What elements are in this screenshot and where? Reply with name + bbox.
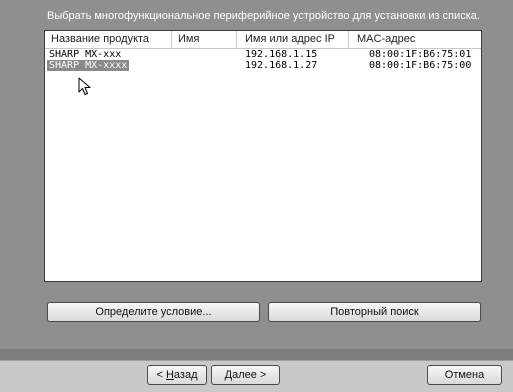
cell-ip: 192.168.1.15 <box>245 49 318 60</box>
table-row[interactable]: SHARP MX-xxx 192.168.1.15 08:00:1F:B6:75… <box>47 49 477 60</box>
column-header-ip[interactable]: Имя или адрес IP <box>237 31 349 47</box>
specify-condition-button[interactable]: Определите условие... <box>47 302 260 322</box>
mouse-pointer-icon <box>78 77 91 95</box>
back-button[interactable]: < Назад <box>147 365 207 385</box>
cell-product: SHARP MX-xxx <box>49 49 122 60</box>
bottom-strip <box>0 349 513 360</box>
column-header-product[interactable]: Название продукта <box>45 31 172 47</box>
column-header-name[interactable]: Имя <box>172 31 237 47</box>
cell-product: SHARP MX-xxxx <box>47 60 130 71</box>
next-mnemonic: Д <box>224 369 233 381</box>
next-button[interactable]: Далее > <box>211 365 280 385</box>
cell-mac: 08:00:1F:B6:75:01 <box>369 49 472 60</box>
instruction-text: Выбрать многофункциональное периферийное… <box>47 10 480 22</box>
table-row[interactable]: SHARP MX-xxxx 192.168.1.27 08:00:1F:B6:7… <box>47 60 477 71</box>
wizard-nav-bar: < Назад Далее > Отмена <box>0 360 513 392</box>
cell-mac: 08:00:1F:B6:75:00 <box>369 60 472 71</box>
cancel-button[interactable]: Отмена <box>427 365 502 385</box>
back-mnemonic: Н <box>165 369 174 381</box>
next-label-rest: алее > <box>232 369 267 381</box>
column-header-mac[interactable]: MAC-адрес <box>349 31 481 47</box>
back-prefix: < <box>156 369 166 381</box>
back-label-rest: азад <box>173 369 198 381</box>
device-list[interactable]: Название продукта Имя Имя или адрес IP M… <box>44 30 482 282</box>
cell-ip: 192.168.1.27 <box>245 60 318 71</box>
re-search-button[interactable]: Повторный поиск <box>268 302 481 322</box>
list-header: Название продукта Имя Имя или адрес IP M… <box>45 31 481 49</box>
